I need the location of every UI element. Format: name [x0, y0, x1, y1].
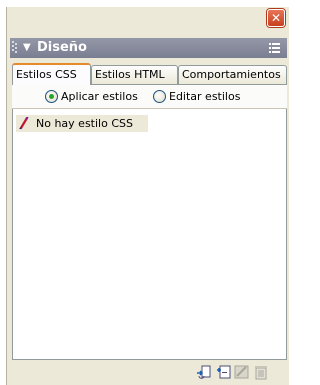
edit-style-icon[interactable]	[234, 364, 250, 380]
list-item-label: No hay estilo CSS	[36, 117, 133, 130]
edit-styles-label: Editar estilos	[169, 90, 241, 103]
radio-circle-icon	[45, 90, 58, 103]
drag-grip-icon[interactable]	[12, 41, 18, 55]
radio-circle-icon	[153, 90, 166, 103]
new-style-icon[interactable]	[216, 364, 232, 380]
close-icon: ✕	[270, 11, 282, 25]
apply-styles-label: Aplicar estilos	[61, 90, 138, 103]
tab-comportamientos[interactable]: Comportamientos	[178, 65, 287, 84]
list-item[interactable]: No hay estilo CSS	[16, 115, 148, 132]
bottom-toolbar	[12, 361, 287, 383]
tab-bar: Estilos CSS Estilos HTML Comportamientos	[12, 63, 287, 85]
attach-style-sheet-icon[interactable]	[196, 364, 212, 380]
options-menu-icon[interactable]	[269, 42, 281, 54]
close-button[interactable]: ✕	[267, 9, 285, 27]
panel-title[interactable]: Diseño	[37, 40, 87, 56]
tab-estilos-css[interactable]: Estilos CSS	[12, 63, 91, 85]
delete-style-icon[interactable]	[253, 364, 269, 380]
panel-header[interactable]: ▼ Diseño	[10, 38, 287, 58]
collapse-arrow-icon[interactable]: ▼	[23, 41, 31, 55]
css-style-icon	[19, 117, 29, 130]
tab-estilos-html[interactable]: Estilos HTML	[91, 65, 178, 84]
style-mode-group: Aplicar estilos Editar estilos	[12, 85, 287, 109]
